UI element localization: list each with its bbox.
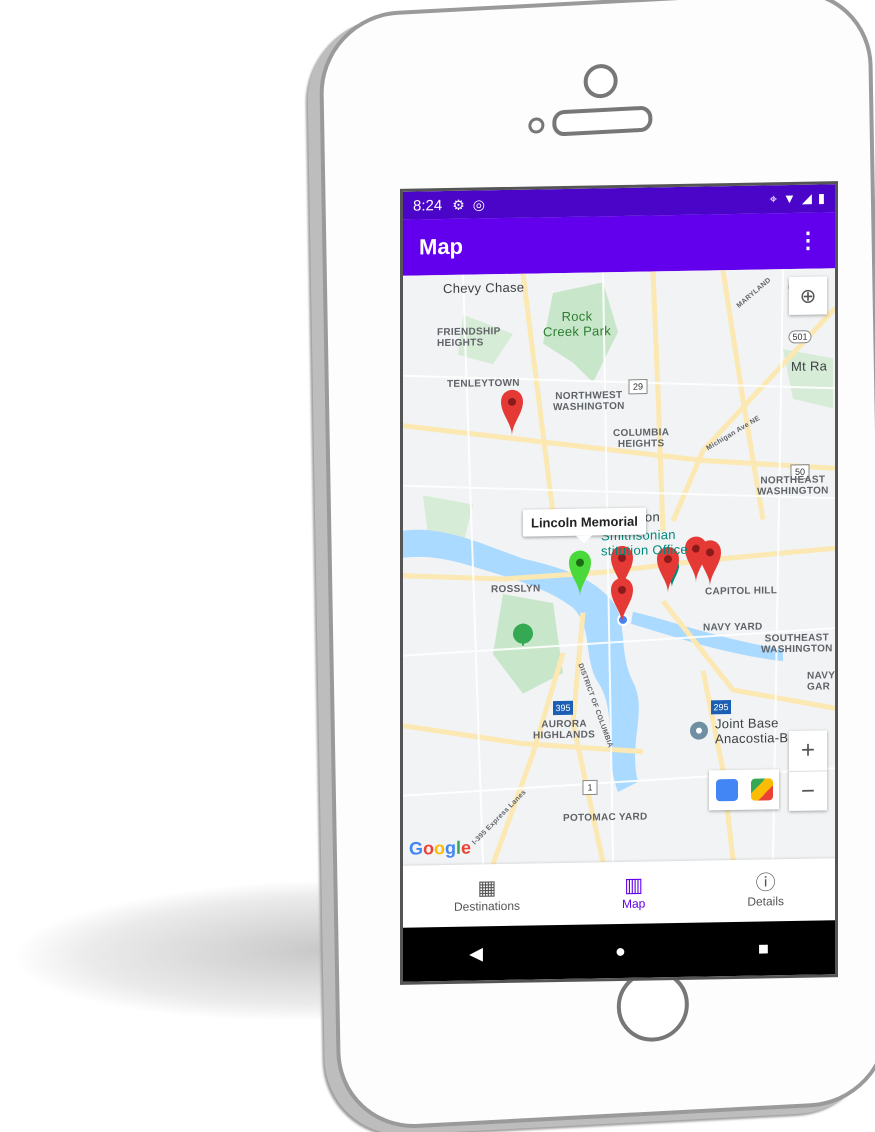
info-icon: ⓘ <box>755 872 776 895</box>
nav-label: Map <box>622 896 646 911</box>
route-shield-1: 1 <box>582 779 598 796</box>
directions-icon[interactable] <box>715 778 738 802</box>
route-shield-295: 295 <box>711 700 731 715</box>
map-label-mt-rainier: Mt Ra <box>791 358 828 374</box>
map-icon: ▥ <box>624 874 644 897</box>
map-label-tenleytown: TENLEYTOWN <box>447 377 520 391</box>
shield-label: 1 <box>587 782 592 792</box>
more-vert-icon[interactable]: ⋮ <box>797 228 819 254</box>
nav-label: Details <box>747 894 784 909</box>
map-view[interactable]: 410 501 29 50 395 295 1 <box>403 268 835 866</box>
route-shield-395: 395 <box>553 700 573 716</box>
battery-icon: ▮ <box>817 190 825 206</box>
my-location-button[interactable]: ⊕ <box>789 276 827 316</box>
zoom-out-button[interactable]: − <box>789 771 827 812</box>
signal-icon: ◢ <box>801 190 812 206</box>
map-label-chevy-chase: Chevy Chase <box>443 279 525 297</box>
zoom-in-button[interactable]: + <box>789 730 827 773</box>
app-bar: Map ⋮ <box>403 212 835 276</box>
route-shield-29: 29 <box>628 379 648 395</box>
map-label-northeast: NORTHEAST WASHINGTON <box>757 474 829 498</box>
arlington-park <box>493 594 563 694</box>
place-icon <box>690 721 708 740</box>
recents-button[interactable]: ■ <box>758 938 769 959</box>
nav-item-map[interactable]: ▥ Map <box>622 875 645 911</box>
shield-label: 395 <box>555 703 570 713</box>
map-label-potomac-yard: POTOMAC YARD <box>563 811 648 824</box>
zoom-controls: + − <box>789 730 827 812</box>
google-maps-icon[interactable] <box>750 778 773 801</box>
crosshair-icon: ⊕ <box>799 285 817 308</box>
map-toolbar <box>709 769 779 811</box>
back-button[interactable]: ◀ <box>469 943 483 964</box>
home-nav-button[interactable]: ● <box>615 940 626 961</box>
pin-marker-5[interactable] <box>699 540 721 587</box>
map-label-navy: NAVY GAR <box>807 670 835 693</box>
map-label-rosslyn: ROSSLYN <box>491 583 541 596</box>
map-label-columbia-heights: COLUMBIA HEIGHTS <box>613 427 670 451</box>
route-shield-501: 501 <box>788 330 812 344</box>
proximity-sensor <box>528 117 545 134</box>
nav-item-destinations[interactable]: ▦ Destinations <box>454 877 520 914</box>
bottom-navigation: ▦ Destinations ▥ Map ⓘ Details <box>403 858 835 928</box>
dashboard-icon: ▦ <box>477 877 497 900</box>
page-title: Map <box>419 233 463 260</box>
map-label-capitol-hill: CAPITOL HILL <box>705 585 778 598</box>
phone-screen: 8:24 ⚙ ◎ ⌖ ▼ ◢ ▮ Map ⋮ 501 29 50 395 295… <box>400 181 838 985</box>
sync-icon: ◎ <box>472 195 485 213</box>
map-label-navy-yard: NAVY YARD <box>703 621 763 634</box>
wifi-icon: ▼ <box>782 190 796 207</box>
map-label-southeast: SOUTHEAST WASHINGTON <box>761 632 833 656</box>
map-label-friendship-heights: FRIENDSHIP HEIGHTS <box>437 326 501 350</box>
google-logo: Google <box>409 837 472 859</box>
shield-label: 501 <box>792 332 807 342</box>
pin-marker-tenleytown[interactable] <box>501 389 523 436</box>
front-camera <box>583 63 618 100</box>
shield-label: 29 <box>633 382 643 392</box>
map-label-northwest: NORTHWEST WASHINGTON <box>553 389 625 414</box>
location-icon: ⌖ <box>769 191 777 207</box>
map-label-rock-creek-park: Rock Creek Park <box>543 308 612 340</box>
gear-icon: ⚙ <box>452 196 465 213</box>
system-navigation-bar: ◀ ● ■ <box>403 920 835 982</box>
shield-label: 295 <box>713 702 728 712</box>
info-window-lincoln-memorial[interactable]: Lincoln Memorial <box>523 507 646 537</box>
status-time: 8:24 <box>413 196 443 215</box>
nav-item-details[interactable]: ⓘ Details <box>747 872 784 909</box>
earpiece-speaker <box>552 105 653 137</box>
map-label-aurora-highlands: AURORA HIGHLANDS <box>533 718 596 742</box>
nav-label: Destinations <box>453 898 521 914</box>
